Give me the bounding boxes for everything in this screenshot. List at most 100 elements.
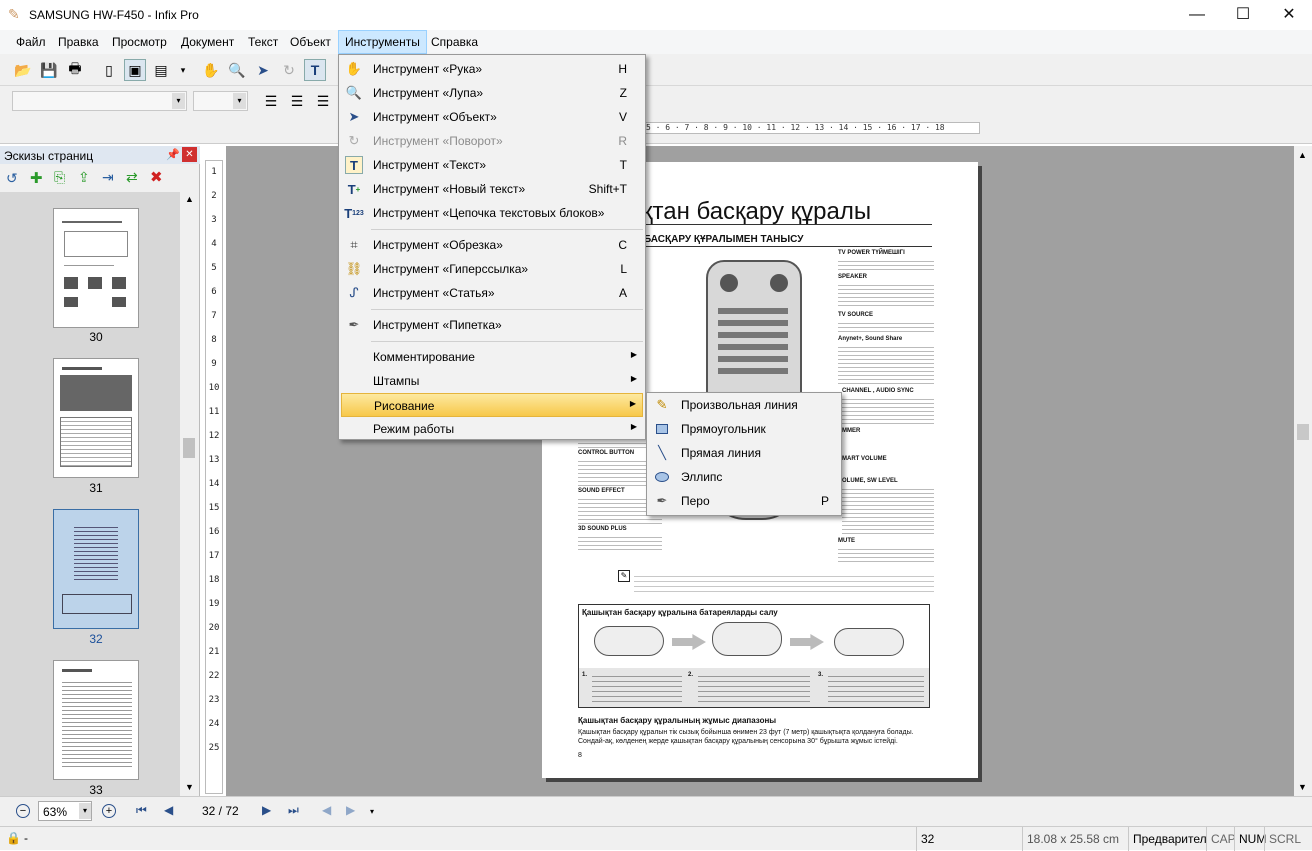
print-icon[interactable]: 🖶 xyxy=(64,59,86,81)
page-single-icon[interactable]: ▯ xyxy=(98,59,120,81)
menu-item-eyedropper[interactable]: ✒ Инструмент «Пипетка» xyxy=(341,313,643,337)
submenu-item-rectangle[interactable]: Прямоугольник xyxy=(649,417,839,441)
rotate-icon[interactable]: ↻ xyxy=(278,59,300,81)
hand-icon[interactable]: ✋ xyxy=(200,59,222,81)
menu-item-text-chain[interactable]: T 123 Инструмент «Цепочка текстовых блоко… xyxy=(341,201,643,225)
submenu-item-ellipse[interactable]: Эллипс xyxy=(649,465,839,489)
font-select[interactable] xyxy=(12,91,187,111)
submenu-item-pen[interactable]: ✒ Перо P xyxy=(649,489,839,513)
insert-page-icon[interactable]: ✚ xyxy=(30,169,43,187)
menu-item-magnifier[interactable]: 🔍 Инструмент «Лупа» Z xyxy=(341,81,643,105)
menu-item-label: Инструмент «Объект» xyxy=(373,110,497,124)
chevron-up-icon[interactable]: ▲ xyxy=(185,194,194,204)
insert-from-file-icon[interactable]: ⎘ xyxy=(54,169,65,186)
chevron-down-icon[interactable]: ▼ xyxy=(185,782,194,792)
next-page-icon[interactable]: ▶ xyxy=(262,803,271,817)
title-bar: ✎ SAMSUNG HW-F450 - Infix Pro — ☐ ✕ xyxy=(0,0,1312,30)
thumbnail-page-33[interactable] xyxy=(53,660,139,780)
zoom-out-icon[interactable]: − xyxy=(16,804,30,818)
thumbnails-scrollbar[interactable]: ▲ ▼ xyxy=(181,192,198,796)
menu-item-text[interactable]: T Инструмент «Текст» T xyxy=(341,153,643,177)
menu-item-hand[interactable]: ✋ Инструмент «Рука» H xyxy=(341,57,643,81)
forward-icon[interactable]: ▶ xyxy=(346,803,355,817)
open-icon[interactable]: 📂 xyxy=(12,59,34,81)
menu-item-article[interactable]: ᔑ Инструмент «Статья» A xyxy=(341,281,643,305)
menu-item-label: Инструмент «Обрезка» xyxy=(373,238,503,252)
menu-document[interactable]: Документ xyxy=(175,30,240,54)
export-page-icon[interactable]: ⇥ xyxy=(102,169,114,186)
chevron-up-icon[interactable]: ▲ xyxy=(1298,150,1307,160)
rotate-page-icon[interactable]: ↺ xyxy=(6,170,18,187)
label-right: CHANNEL , AUDIO SYNC xyxy=(842,388,914,394)
minimize-button[interactable]: — xyxy=(1174,0,1220,30)
menu-item-stamps[interactable]: Штампы ▶ xyxy=(341,369,643,393)
delete-page-icon[interactable]: ✖ xyxy=(150,168,163,186)
last-page-icon[interactable]: ⏭ xyxy=(288,803,299,818)
chevron-down-icon[interactable]: ▾ xyxy=(233,93,246,109)
menu-item-drawing[interactable]: Рисование ▶ xyxy=(341,393,643,417)
dropdown-icon[interactable]: ▾ xyxy=(172,59,194,81)
menu-separator xyxy=(371,229,643,230)
extract-page-icon[interactable]: ⇪ xyxy=(78,169,90,186)
menu-item-crop[interactable]: ⌗ Инструмент «Обрезка» C xyxy=(341,233,643,257)
document-scrollbar[interactable]: ▲ ▼ xyxy=(1294,146,1312,796)
menu-item-label: Режим работы xyxy=(373,422,455,436)
zoom-value: 63% xyxy=(43,805,68,819)
chevron-down-icon[interactable]: ▾ xyxy=(172,93,185,109)
align-right-icon[interactable]: ☰ xyxy=(312,90,334,112)
menu-text[interactable]: Текст xyxy=(242,30,284,54)
scroll-thumb[interactable] xyxy=(1297,424,1309,440)
zoom-in-icon[interactable]: + xyxy=(102,804,116,818)
thumbnail-page-30[interactable] xyxy=(53,208,139,328)
page-fit-icon[interactable]: ▣ xyxy=(124,59,146,81)
thumbnail-page-32[interactable] xyxy=(53,509,139,629)
pin-icon[interactable]: 📌 xyxy=(166,148,180,161)
prev-page-icon[interactable]: ◀ xyxy=(164,803,173,817)
align-center-icon[interactable]: ☰ xyxy=(286,90,308,112)
scroll-thumb[interactable] xyxy=(183,438,195,458)
chevron-down-icon[interactable]: ▾ xyxy=(79,803,91,819)
menu-file[interactable]: Файл xyxy=(10,30,52,54)
menu-item-shortcut: Shift+T xyxy=(588,182,627,196)
zoom-field[interactable]: 63% ▾ xyxy=(38,801,92,821)
thumbnails-toolbar: ↺ ✚ ⎘ ⇪ ⇥ ⇄ ✖ xyxy=(0,166,200,192)
menu-view[interactable]: Просмотр xyxy=(106,30,173,54)
page-heading: қтан басқару құралы xyxy=(642,198,872,225)
arrow-icon: ➤ xyxy=(348,109,360,124)
submenu-item-label: Эллипс xyxy=(681,470,723,484)
status-caps: CAP xyxy=(1206,827,1236,851)
select-icon[interactable]: ➤ xyxy=(252,59,274,81)
menu-item-object[interactable]: ➤ Инструмент «Объект» V xyxy=(341,105,643,129)
thumbnail-number: 31 xyxy=(89,481,103,495)
menu-help[interactable]: Справка xyxy=(425,30,484,54)
menu-item-shortcut: Z xyxy=(619,86,627,100)
page-indicator[interactable]: 32 / 72 xyxy=(202,804,239,818)
maximize-button[interactable]: ☐ xyxy=(1220,0,1266,30)
page-width-icon[interactable]: ▤ xyxy=(150,59,172,81)
menu-item-commenting[interactable]: Комментирование ▶ xyxy=(341,345,643,369)
menu-bar: Файл Правка Просмотр Документ Текст Объе… xyxy=(0,30,1312,54)
menu-edit[interactable]: Правка xyxy=(52,30,105,54)
close-icon[interactable]: ✕ xyxy=(182,147,197,162)
text-icon[interactable]: T xyxy=(304,59,326,81)
menu-item-hyperlink[interactable]: ⛓ Инструмент «Гиперссылка» L xyxy=(341,257,643,281)
submenu-item-line[interactable]: ╲ Прямая линия xyxy=(649,441,839,465)
zoom-icon[interactable]: 🔍 xyxy=(226,59,248,81)
close-button[interactable]: ✕ xyxy=(1266,0,1312,30)
submenu-item-label: Перо xyxy=(681,494,710,508)
align-left-icon[interactable]: ☰ xyxy=(260,90,282,112)
submenu-item-freehand[interactable]: ✎ Произвольная линия xyxy=(649,393,839,417)
chevron-down-icon[interactable]: ▼ xyxy=(1298,782,1307,792)
save-icon[interactable]: 💾 xyxy=(38,59,60,81)
ruler-number: 21 xyxy=(208,647,220,657)
menu-item-work-mode[interactable]: Режим работы ▶ xyxy=(341,417,643,441)
dropdown-icon[interactable]: ▾ xyxy=(370,807,374,816)
menu-object[interactable]: Объект xyxy=(284,30,337,54)
menu-item-new-text[interactable]: T + Инструмент «Новый текст» Shift+T xyxy=(341,177,643,201)
menu-item-label: Инструмент «Статья» xyxy=(373,286,495,300)
thumbnail-page-31[interactable] xyxy=(53,358,139,478)
menu-tools[interactable]: Инструменты xyxy=(338,30,427,54)
first-page-icon[interactable]: ⏮ xyxy=(136,803,147,818)
replace-page-icon[interactable]: ⇄ xyxy=(126,169,138,186)
back-icon[interactable]: ◀ xyxy=(322,803,331,817)
